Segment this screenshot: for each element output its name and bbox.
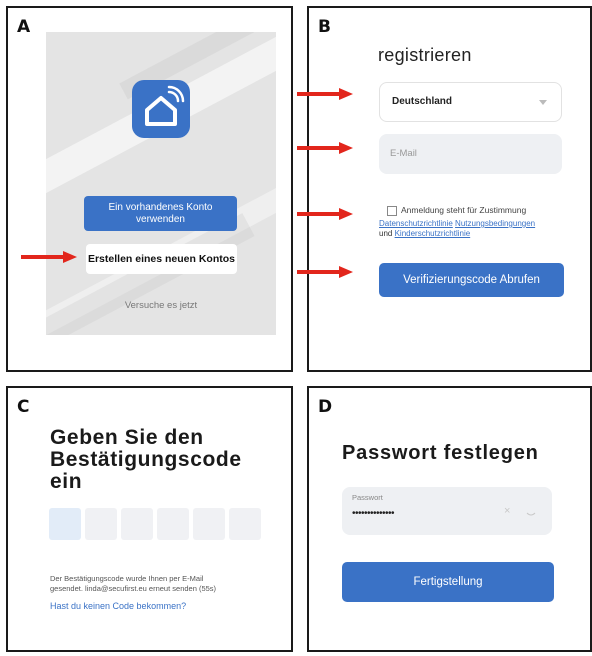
get-code-button[interactable]: Verifizierungscode Abrufen [379,263,564,297]
clear-icon[interactable]: × [504,505,510,517]
code-info-text: Der Bestätigungscode wurde Ihnen per E-M… [50,574,217,593]
panel-label: C [17,397,30,417]
red-arrow-icon [297,208,353,220]
eye-closed-icon[interactable] [526,506,536,524]
password-label: Passwort [352,493,383,502]
welcome-screen: Ein vorhandenes Konto verwenden Erstelle… [46,32,276,335]
no-code-link[interactable]: Hast du keinen Code bekommen? [50,601,186,611]
panel-label: D [318,397,333,417]
terms-link[interactable]: Nutzungsbedingungen [455,219,535,228]
create-account-button[interactable]: Erstellen eines neuen Kontos [86,244,237,274]
email-field[interactable]: E-Mail [379,134,562,174]
existing-account-button[interactable]: Ein vorhandenes Konto verwenden [84,196,237,231]
page-title: registrieren [378,45,472,65]
code-box[interactable] [157,508,189,540]
email-placeholder: E-Mail [390,148,417,159]
page-title: Geben Sie den Bestätigungscode ein [50,426,242,493]
code-box[interactable] [85,508,117,540]
red-arrow-icon [297,88,353,100]
panel-a: A Ein vorhandenes Konto verwenden Erstel… [6,6,293,372]
page-title: Passwort festlegen [342,442,539,464]
country-select[interactable]: Deutschland [379,82,562,122]
password-field[interactable]: Passwort •••••••••••••• × [342,487,552,535]
password-value: •••••••••••••• [352,508,395,519]
panel-label: A [17,17,31,37]
panel-label: B [318,17,331,37]
consent-text: Anmeldung steht für Zustimmung [401,205,527,215]
country-select-value: Deutschland [392,96,453,107]
red-arrow-icon [21,251,77,263]
legal-links: Datenschutzrichtlinie Nutzungsbedingunge… [379,219,569,239]
finish-button[interactable]: Fertigstellung [342,562,554,602]
consent-checkbox[interactable] [387,206,397,216]
red-arrow-icon [297,266,353,278]
chevron-down-icon [539,100,547,105]
code-box[interactable] [49,508,81,540]
code-box[interactable] [229,508,261,540]
code-box[interactable] [193,508,225,540]
panel-b: B registrieren Deutschland E-Mail Anmeld… [307,6,592,372]
privacy-link[interactable]: Datenschutzrichtlinie [379,219,453,228]
red-arrow-icon [297,142,353,154]
and-text: und [379,229,393,238]
smart-home-icon [132,80,190,138]
code-box[interactable] [121,508,153,540]
child-privacy-link[interactable]: Kinderschutzrichtlinie [395,229,471,238]
try-now-link[interactable]: Versuche es jetzt [46,300,276,311]
